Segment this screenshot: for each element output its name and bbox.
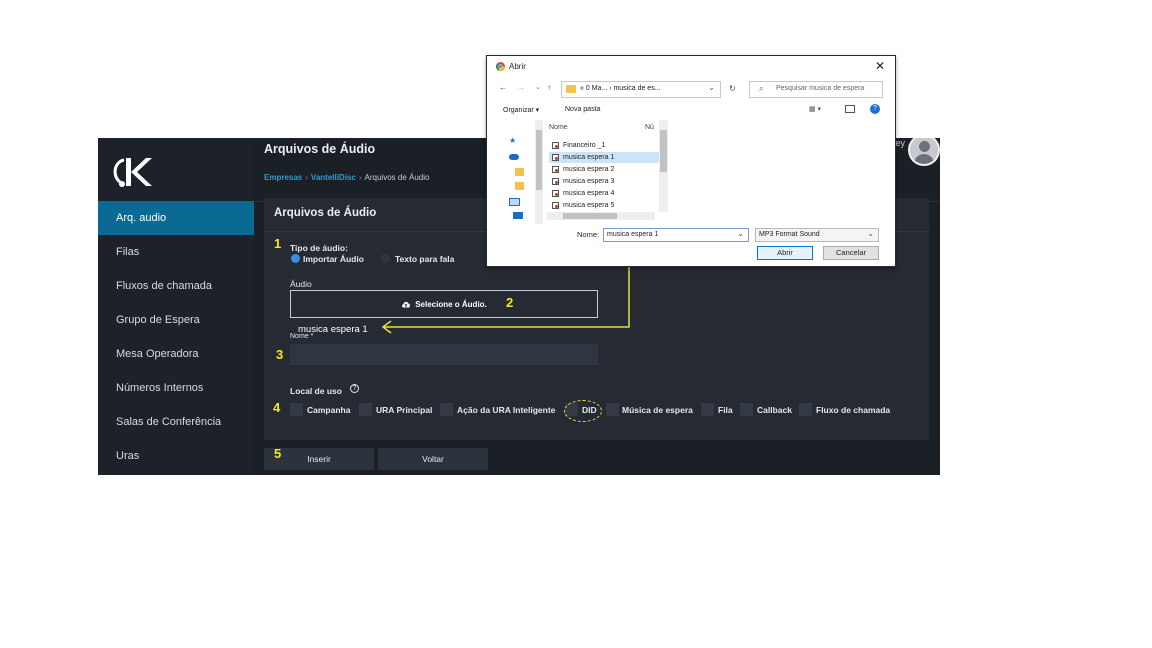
audio-file-icon <box>552 202 559 209</box>
chevron-down-icon[interactable]: ⌄ <box>867 229 874 238</box>
audio-file-icon <box>552 154 559 161</box>
file-row-label: Financeiro _1 <box>563 142 606 149</box>
audio-file-icon <box>552 178 559 185</box>
folder-icon <box>566 85 576 93</box>
open-button[interactable]: Abrir <box>757 246 813 260</box>
cancel-button[interactable]: Cancelar <box>823 246 879 260</box>
address-path: « 0 Ma... › musica de es... <box>580 85 661 92</box>
file-row[interactable]: musica espera 4 <box>549 188 661 199</box>
close-icon[interactable]: ✕ <box>875 59 885 73</box>
file-list-scrollbar-thumb[interactable] <box>660 130 667 172</box>
nav-scrollbar-thumb[interactable] <box>536 130 542 190</box>
file-row-label: musica espera 3 <box>563 178 615 185</box>
file-row-label: musica espera 5 <box>563 202 615 209</box>
onedrive-icon[interactable] <box>509 154 519 160</box>
address-bar[interactable]: « 0 Ma... › musica de es... ⌄ <box>561 81 721 98</box>
file-row-selected[interactable]: musica espera 1 <box>549 152 661 163</box>
chevron-down-icon[interactable]: ⌄ <box>737 229 744 238</box>
file-row[interactable]: Financeiro _1 <box>549 140 661 151</box>
view-options-icon[interactable]: ▦ ▾ <box>809 105 821 113</box>
search-input[interactable]: ⌕ Pesquisar musica de espera <box>749 81 883 98</box>
audio-file-icon <box>552 142 559 149</box>
file-row[interactable]: musica espera 2 <box>549 164 661 175</box>
file-list: Nome Nú Financeiro _1 musica espera 1 mu… <box>543 120 665 224</box>
file-name-value: musica espera 1 <box>607 231 659 238</box>
refresh-icon[interactable]: ↻ <box>729 84 736 93</box>
file-row-label: musica espera 2 <box>563 166 615 173</box>
search-icon: ⌕ <box>759 84 764 93</box>
audio-file-icon <box>552 166 559 173</box>
file-name-input[interactable]: musica espera 1 ⌄ <box>603 228 749 242</box>
drive-icon[interactable] <box>513 212 523 219</box>
up-arrow-icon[interactable]: ↑ <box>547 83 551 92</box>
new-folder-button[interactable]: Nova pasta <box>565 106 600 113</box>
recent-dropdown-icon[interactable]: ⌄ <box>535 83 541 91</box>
file-name-label: Nome: <box>577 230 600 239</box>
folder-icon[interactable] <box>515 182 524 190</box>
audio-file-icon <box>552 190 559 197</box>
chrome-icon <box>496 62 505 71</box>
stage: Arq. audio Filas Fluxos de chamada Grupo… <box>0 0 1152 648</box>
file-row-label: musica espera 4 <box>563 190 615 197</box>
address-dropdown-icon[interactable]: ⌄ <box>708 83 715 92</box>
column-header-name[interactable]: Nome <box>549 124 568 131</box>
this-pc-icon[interactable] <box>509 198 520 206</box>
navigation-pane: ★ <box>495 120 543 224</box>
open-file-dialog: Abrir ✕ ← → ⌄ ↑ « 0 Ma... › musica de es… <box>486 55 896 267</box>
folder-icon[interactable] <box>515 168 524 176</box>
file-row[interactable]: musica espera 3 <box>549 176 661 187</box>
horizontal-scrollbar-thumb[interactable] <box>563 213 617 219</box>
organize-menu[interactable]: Organizar ▾ <box>503 106 539 114</box>
file-type-value: MP3 Format Sound <box>759 231 820 238</box>
file-row-label: musica espera 1 <box>563 154 615 161</box>
search-placeholder: Pesquisar musica de espera <box>776 85 865 92</box>
dialog-title: Abrir <box>509 62 526 71</box>
column-header-number[interactable]: Nú <box>645 124 654 131</box>
file-type-select[interactable]: MP3 Format Sound ⌄ <box>755 228 879 242</box>
preview-pane-icon[interactable] <box>845 105 855 113</box>
help-icon[interactable]: ? <box>870 104 880 114</box>
quick-access-icon[interactable]: ★ <box>509 136 516 145</box>
forward-arrow-icon[interactable]: → <box>517 83 525 92</box>
file-row[interactable]: musica espera 5 <box>549 200 661 211</box>
back-arrow-icon[interactable]: ← <box>499 83 507 92</box>
